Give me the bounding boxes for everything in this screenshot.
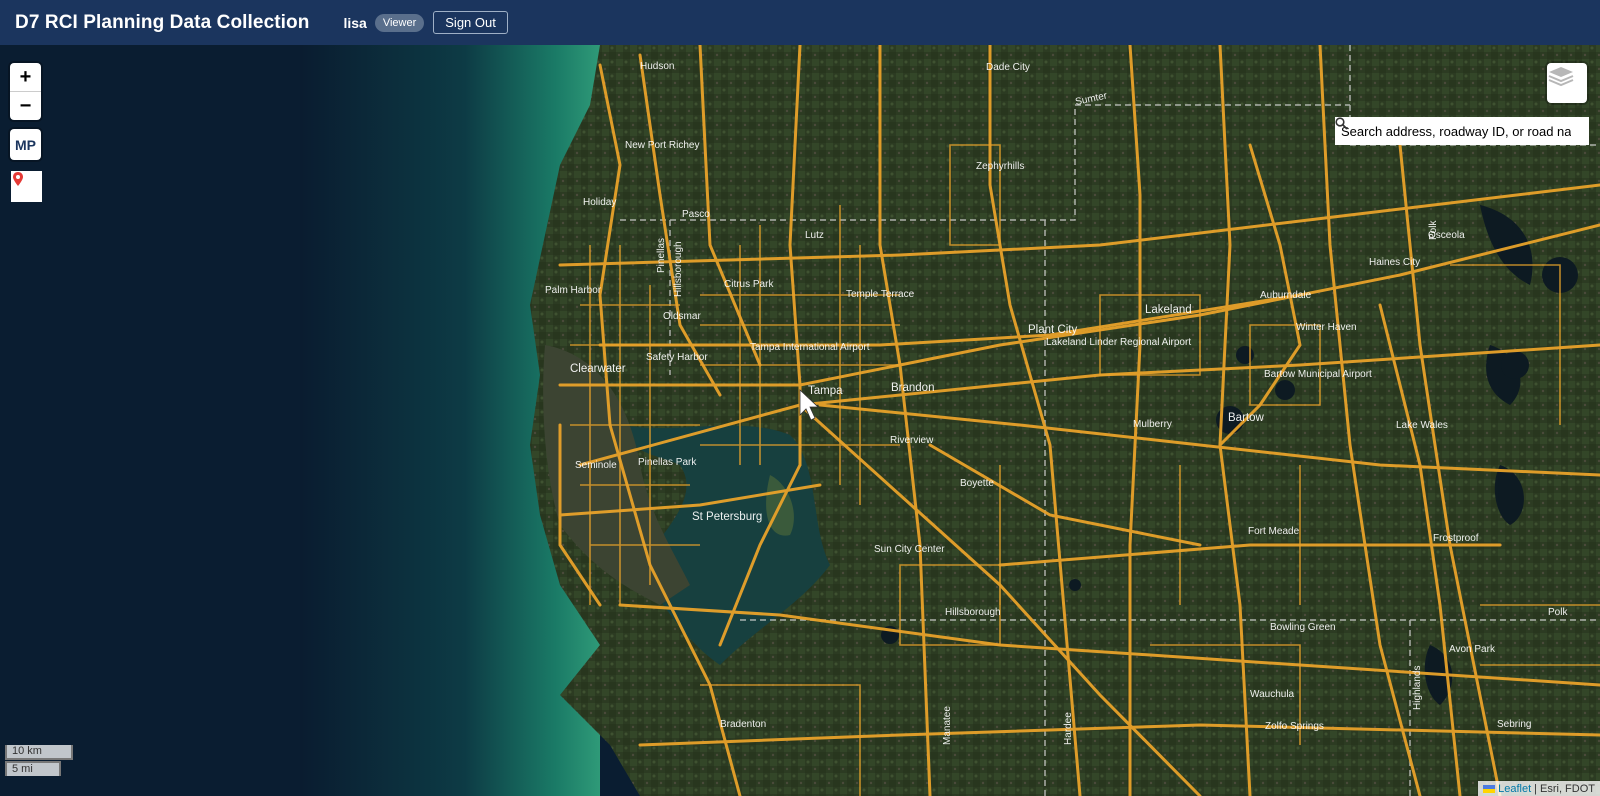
place-label: Zephyrhills: [976, 161, 1024, 172]
place-label: Hardee: [1063, 712, 1074, 745]
place-label: Avon Park: [1449, 644, 1496, 655]
place-label: Sebring: [1497, 719, 1531, 730]
place-label: Pasco: [682, 209, 710, 220]
place-label: Clearwater: [570, 363, 626, 375]
place-label: Palm Harbor: [545, 285, 602, 296]
place-label: Pinellas: [656, 238, 667, 273]
username: lisa: [343, 14, 367, 31]
sign-out-button[interactable]: Sign Out: [433, 11, 508, 34]
place-label: Hudson: [640, 61, 674, 72]
zoom-control: + −: [10, 63, 41, 120]
place-label: Temple Terrace: [846, 289, 915, 300]
place-label: Bradenton: [720, 719, 766, 730]
place-label: Tampa International Airport: [750, 342, 870, 353]
place-label: Fort Meade: [1248, 526, 1300, 537]
place-label: Seminole: [575, 460, 617, 471]
top-bar: D7 RCI Planning Data Collection lisa Vie…: [0, 0, 1600, 45]
place-label: Plant City: [1028, 324, 1077, 336]
place-label: Lakeland Linder Regional Airport: [1046, 337, 1191, 348]
place-label: Brandon: [891, 382, 934, 394]
search-icon[interactable]: [1335, 117, 1348, 130]
place-label: Polk: [1548, 607, 1568, 618]
place-label: Bowling Green: [1270, 622, 1336, 633]
place-label: Lake Wales: [1396, 420, 1448, 431]
place-label: Hillsborough: [673, 241, 684, 297]
place-label: Auburndale: [1260, 290, 1312, 301]
place-label: Tampa: [808, 385, 843, 397]
layers-button[interactable]: [1547, 63, 1587, 103]
satellite-basemap: Hudson Dade City Sumter New Port Richey …: [0, 45, 1600, 796]
search-box: [1335, 117, 1589, 145]
scale-bar-mi: 5 mi: [5, 761, 61, 776]
place-label: Manatee: [942, 706, 953, 745]
place-label: Frostproof: [1433, 533, 1479, 544]
place-label: St Petersburg: [692, 511, 762, 523]
layers-icon: [1548, 67, 1574, 87]
place-label: Holiday: [583, 197, 616, 208]
place-label: Highlands: [1412, 666, 1423, 710]
place-label: Zolfo Springs: [1265, 721, 1324, 732]
place-label: Dade City: [986, 62, 1030, 73]
place-label: Mulberry: [1133, 419, 1172, 430]
place-label: Haines City: [1369, 257, 1420, 268]
place-label: Oldsmar: [663, 311, 701, 322]
place-label: Bartow Municipal Airport: [1264, 369, 1372, 380]
place-label: Pinellas Park: [638, 457, 697, 468]
place-label: Bartow: [1228, 412, 1264, 424]
place-label: Citrus Park: [724, 279, 774, 290]
place-label: Polk: [1428, 220, 1439, 240]
attribution-separator: |: [1534, 782, 1537, 795]
leaflet-link[interactable]: Leaflet: [1498, 783, 1531, 795]
place-label: Boyette: [960, 478, 994, 489]
map-attribution: Leaflet | Esri, FDOT: [1478, 781, 1600, 796]
app-title: D7 RCI Planning Data Collection: [15, 11, 310, 33]
place-label: New Port Richey: [625, 140, 699, 151]
place-label: Wauchula: [1250, 689, 1295, 700]
map-view[interactable]: Hudson Dade City Sumter New Port Richey …: [0, 45, 1600, 796]
place-label: Lakeland: [1145, 304, 1192, 316]
place-label: Sun City Center: [874, 544, 945, 555]
place-label: Riverview: [890, 435, 934, 446]
attribution-providers: Esri, FDOT: [1540, 782, 1595, 795]
zoom-in-button[interactable]: +: [10, 63, 41, 92]
role-badge: Viewer: [374, 13, 425, 32]
place-label: Lutz: [805, 230, 824, 241]
milepost-button[interactable]: MP: [10, 129, 41, 160]
ukraine-flag-icon: [1483, 784, 1496, 793]
place-label: Winter Haven: [1296, 322, 1357, 333]
zoom-out-button[interactable]: −: [10, 92, 41, 120]
map-pin-icon: [13, 172, 23, 186]
search-input[interactable]: [1341, 123, 1571, 139]
scale-bar-km: 10 km: [5, 745, 73, 760]
place-label: Hillsborough: [945, 607, 1001, 618]
drop-pin-button[interactable]: [11, 171, 42, 202]
place-label: Safety Harbor: [646, 352, 708, 363]
